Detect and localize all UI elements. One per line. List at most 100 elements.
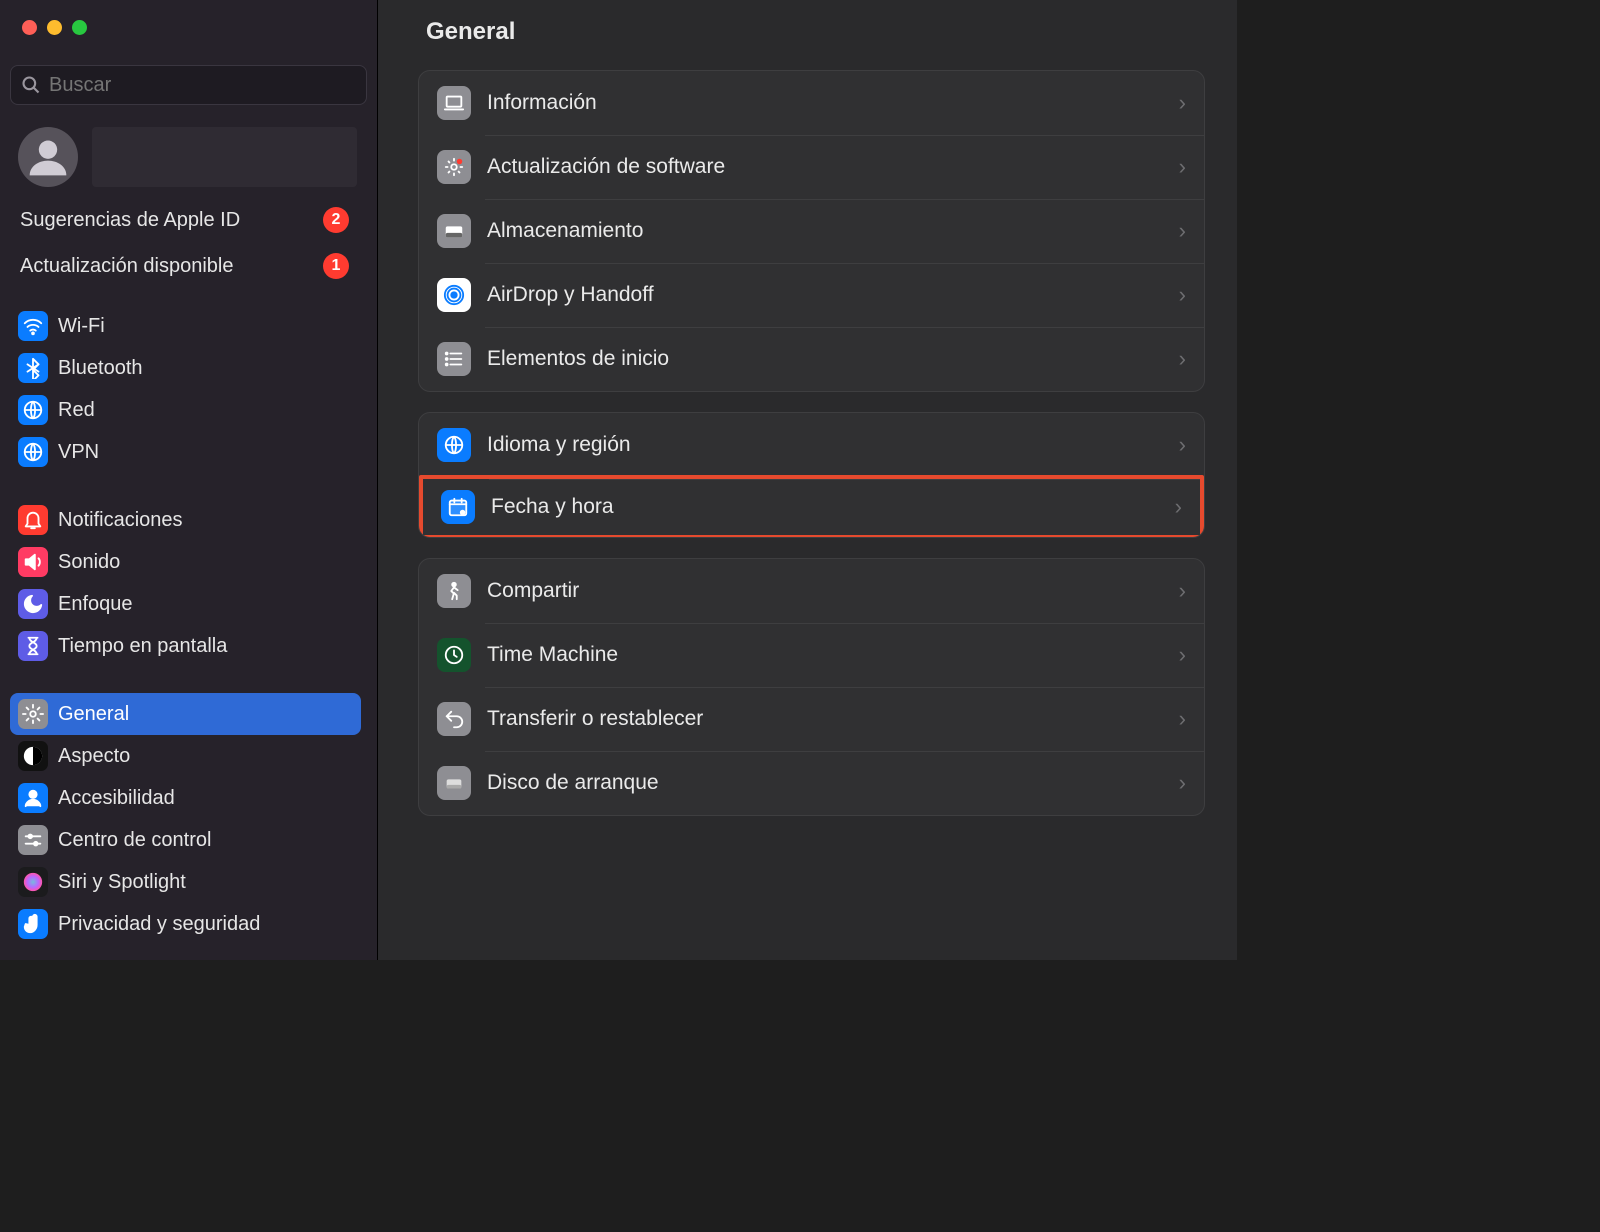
sidebar-item-wifi[interactable]: Wi-Fi xyxy=(10,305,361,347)
settings-item-label: Transferir o restablecer xyxy=(487,707,1163,731)
account-name-redacted xyxy=(92,127,357,187)
globe-icon xyxy=(18,395,48,425)
sidebar-item-network[interactable]: Red xyxy=(10,389,361,431)
hourglass-icon xyxy=(18,631,48,661)
settings-item-startup[interactable]: Disco de arranque › xyxy=(419,751,1204,815)
chevron-right-icon: › xyxy=(1179,346,1186,372)
settings-item-label: Elementos de inicio xyxy=(487,347,1163,371)
settings-item-timemachine[interactable]: Time Machine › xyxy=(419,623,1204,687)
sidebar-item-label: General xyxy=(58,703,129,726)
undo-icon xyxy=(437,702,471,736)
chevron-right-icon: › xyxy=(1179,642,1186,668)
gear-badge-icon xyxy=(437,150,471,184)
settings-window: Sugerencias de Apple ID 2 Actualización di… xyxy=(0,0,1237,960)
notice-1[interactable]: Actualización disponible 1 xyxy=(0,243,371,289)
notice-badge: 1 xyxy=(323,253,349,279)
sidebar-item-label: Bluetooth xyxy=(58,357,143,380)
settings-item-software-update[interactable]: Actualización de software › xyxy=(419,135,1204,199)
clock-icon xyxy=(437,638,471,672)
chevron-right-icon: › xyxy=(1175,494,1182,520)
sidebar-item-screentime[interactable]: Tiempo en pantalla xyxy=(10,625,361,667)
settings-group-1: Idioma y región › Fecha y hora › xyxy=(418,412,1205,538)
sidebar-item-label: Sonido xyxy=(58,551,120,574)
disk-icon xyxy=(437,766,471,800)
chevron-right-icon: › xyxy=(1179,282,1186,308)
gear-icon xyxy=(18,699,48,729)
sidebar-item-accessibility[interactable]: Accesibilidad xyxy=(10,777,361,819)
settings-item-datetime[interactable]: Fecha y hora › xyxy=(419,475,1204,538)
search-icon xyxy=(21,75,41,95)
window-controls xyxy=(0,0,377,55)
sidebar-item-label: Enfoque xyxy=(58,593,133,616)
notice-0[interactable]: Sugerencias de Apple ID 2 xyxy=(0,197,371,243)
bt-icon xyxy=(18,353,48,383)
globe-icon xyxy=(18,437,48,467)
account-row[interactable] xyxy=(0,117,371,197)
settings-item-storage[interactable]: Almacenamiento› xyxy=(419,199,1204,263)
bell-icon xyxy=(18,505,48,535)
search-field[interactable] xyxy=(10,65,367,105)
minimize-icon[interactable] xyxy=(47,20,62,35)
sidebar-item-general[interactable]: General xyxy=(10,693,361,735)
notice-label: Sugerencias de Apple ID xyxy=(20,209,240,232)
settings-item-label: AirDrop y Handoff xyxy=(487,283,1163,307)
settings-item-label: Time Machine xyxy=(487,643,1163,667)
sliders-icon xyxy=(18,825,48,855)
settings-item-info[interactable]: Información› xyxy=(419,71,1204,135)
close-icon[interactable] xyxy=(22,20,37,35)
fullscreen-icon[interactable] xyxy=(72,20,87,35)
sidebar-item-label: Centro de control xyxy=(58,829,211,852)
sidebar-item-label: VPN xyxy=(58,441,99,464)
settings-item-language[interactable]: Idioma y región › xyxy=(419,413,1204,477)
settings-item-airdrop[interactable]: AirDrop y Handoff › xyxy=(419,263,1204,327)
chevron-right-icon: › xyxy=(1179,578,1186,604)
chevron-right-icon: › xyxy=(1179,432,1186,458)
chevron-right-icon: › xyxy=(1179,154,1186,180)
settings-item-label: Disco de arranque xyxy=(487,771,1163,795)
chevron-right-icon: › xyxy=(1179,218,1186,244)
speaker-icon xyxy=(18,547,48,577)
person-icon xyxy=(18,783,48,813)
settings-item-label: Actualización de software xyxy=(487,155,1163,179)
sidebar-item-label: Aspecto xyxy=(58,745,130,768)
settings-item-label: Idioma y región xyxy=(487,433,1163,457)
globe-icon xyxy=(437,428,471,462)
sidebar-item-privacy[interactable]: Privacidad y seguridad xyxy=(10,903,361,945)
sidebar-item-siri[interactable]: Siri y Spotlight xyxy=(10,861,361,903)
settings-item-sharing[interactable]: Compartir › xyxy=(419,559,1204,623)
sidebar-item-label: Tiempo en pantalla xyxy=(58,635,227,658)
sidebar-item-controlcenter[interactable]: Centro de control xyxy=(10,819,361,861)
sidebar-item-label: Wi-Fi xyxy=(58,315,105,338)
sidebar-item-vpn[interactable]: VPN xyxy=(10,431,361,473)
chevron-right-icon: › xyxy=(1179,706,1186,732)
sidebar-item-sound[interactable]: Sonido xyxy=(10,541,361,583)
settings-item-login-items[interactable]: Elementos de inicio › xyxy=(419,327,1204,391)
settings-item-label: Fecha y hora xyxy=(491,495,1159,519)
sidebar-item-notifications[interactable]: Notificaciones xyxy=(10,499,361,541)
sidebar-item-label: Privacidad y seguridad xyxy=(58,913,260,936)
sidebar-scroll[interactable]: Sugerencias de Apple ID 2 Actualización di… xyxy=(0,117,377,960)
settings-item-label: Compartir xyxy=(487,579,1163,603)
avatar xyxy=(18,127,78,187)
main-panel: General Información›Actualización de sof… xyxy=(378,0,1237,960)
settings-item-transfer[interactable]: Transferir o restablecer › xyxy=(419,687,1204,751)
settings-group-0: Información›Actualización de software›Al… xyxy=(418,70,1205,392)
sidebar-item-label: Siri y Spotlight xyxy=(58,871,186,894)
sidebar-item-appearance[interactable]: Aspecto xyxy=(10,735,361,777)
laptop-icon xyxy=(437,86,471,120)
notice-badge: 2 xyxy=(323,207,349,233)
notice-label: Actualización disponible xyxy=(20,255,233,278)
chevron-right-icon: › xyxy=(1179,770,1186,796)
calendar-icon xyxy=(441,490,475,524)
sidebar-item-focus[interactable]: Enfoque xyxy=(10,583,361,625)
chevron-right-icon: › xyxy=(1179,90,1186,116)
contrast-icon xyxy=(18,741,48,771)
sidebar-item-bluetooth[interactable]: Bluetooth xyxy=(10,347,361,389)
settings-group-2: Compartir›Time Machine›Transferir o rest… xyxy=(418,558,1205,816)
sidebar: Sugerencias de Apple ID 2 Actualización di… xyxy=(0,0,378,960)
search-input[interactable] xyxy=(49,74,356,97)
page-title: General xyxy=(418,0,1205,70)
list-icon xyxy=(437,342,471,376)
wifi-icon xyxy=(18,311,48,341)
hand-icon xyxy=(18,909,48,939)
